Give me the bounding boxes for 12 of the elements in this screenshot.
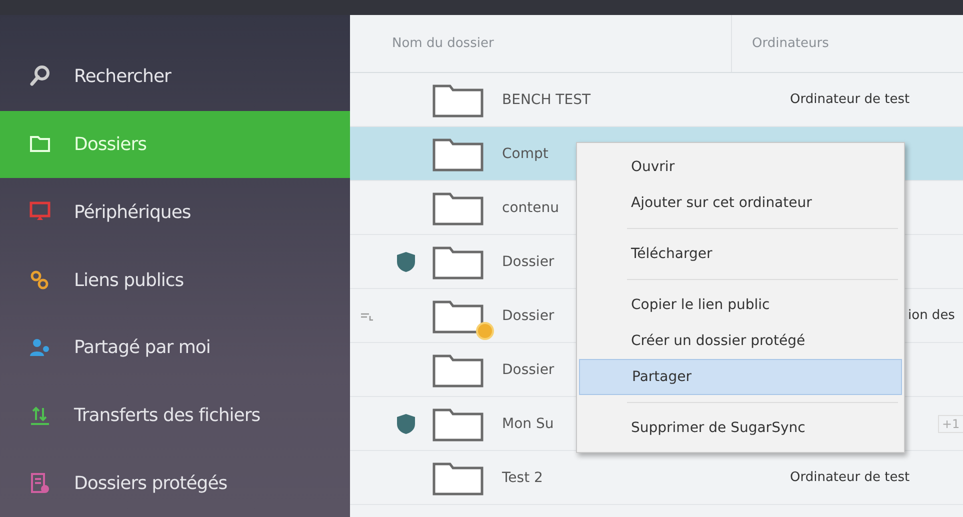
- computer-name: Ordinateur de test: [790, 92, 910, 107]
- folder-name: Mon Su: [502, 416, 554, 432]
- computer-name: ion des: [908, 308, 955, 323]
- count-tag: +1: [938, 414, 963, 432]
- folder-name: Dossier: [502, 254, 554, 270]
- folder-name: contenu: [502, 200, 559, 216]
- folder-name: Dossier: [502, 308, 554, 324]
- folder-name: Compt: [502, 146, 548, 162]
- folder-name: Test 2: [502, 470, 543, 486]
- folder-name: Dossier: [502, 362, 554, 378]
- computer-name: Ordinateur de test: [790, 470, 910, 485]
- folder-name: BENCH TEST: [502, 92, 591, 108]
